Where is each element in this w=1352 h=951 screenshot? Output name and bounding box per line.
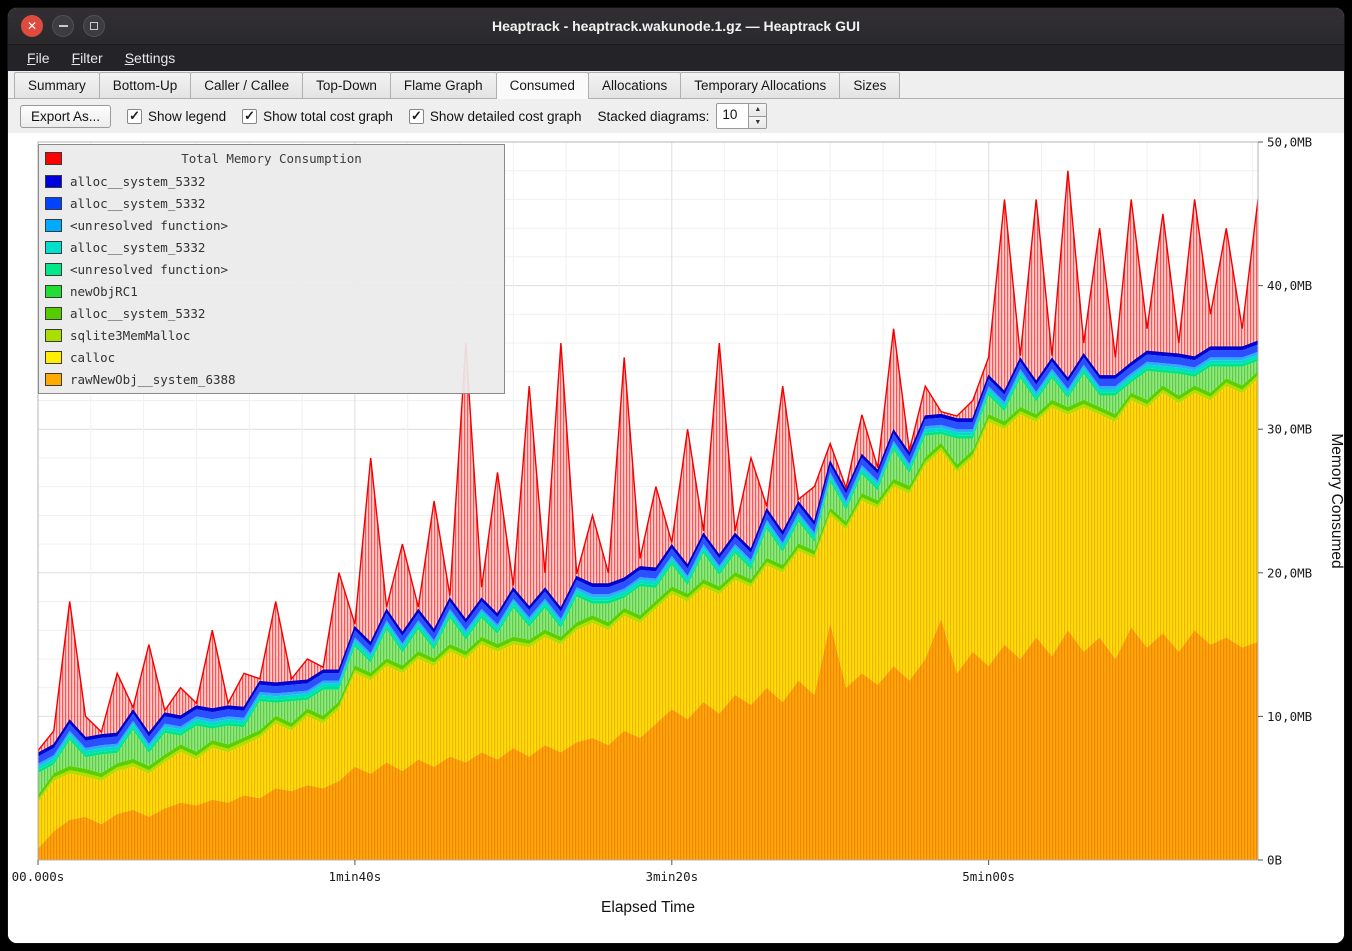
total-swatch [45, 152, 62, 165]
x-tick-label: 3min20s [645, 869, 698, 884]
tab-bottom-up[interactable]: Bottom-Up [99, 72, 192, 98]
spin-arrows: ▲ ▼ [748, 104, 766, 128]
legend-swatch [45, 285, 62, 298]
window-title: Heaptrack - heaptrack.wakunode.1.gz — He… [8, 8, 1344, 44]
tab-caller-callee[interactable]: Caller / Callee [190, 72, 303, 98]
legend-swatch [45, 219, 62, 232]
maximize-button[interactable] [83, 15, 105, 37]
close-icon: ✕ [27, 20, 37, 32]
legend-title: Total Memory Consumption [43, 148, 500, 170]
tab-temporary-allocations[interactable]: Temporary Allocations [680, 72, 840, 98]
export-as-button[interactable]: Export As... [20, 105, 111, 128]
legend-item-calloc: calloc [43, 346, 500, 368]
x-tick-label: 5min00s [962, 869, 1015, 884]
checkbox-show-total-cost-graph[interactable]: ✓ Show total cost graph [242, 109, 393, 124]
tab-sizes[interactable]: Sizes [839, 72, 900, 98]
legend-item-sqlite3memmalloc: sqlite3MemMalloc [43, 324, 500, 346]
legend-title-row: Total Memory Consumption [43, 148, 500, 170]
legend-label: alloc__system_5332 [70, 196, 205, 211]
check-icon: ✓ [244, 109, 255, 122]
stacked-diagrams-value[interactable]: 10 [717, 104, 748, 128]
tabbar: SummaryBottom-UpCaller / CalleeTop-DownF… [8, 71, 1344, 99]
y-tick-label: 40,0MB [1267, 278, 1312, 293]
legend-label: alloc__system_5332 [70, 240, 205, 255]
checkbox-box: ✓ [409, 109, 424, 124]
legend-swatch [45, 175, 62, 188]
checkbox-label: Show total cost graph [263, 109, 393, 124]
legend-item-alloc-system-5332: alloc__system_5332 [43, 170, 500, 192]
legend-label: sqlite3MemMalloc [70, 328, 190, 343]
checkbox-box: ✓ [127, 109, 142, 124]
legend-swatch [45, 263, 62, 276]
legend-swatch [45, 307, 62, 320]
legend-item-newobjrc1: newObjRC1 [43, 280, 500, 302]
y-tick-label: 10,0MB [1267, 709, 1312, 724]
checkbox-show-legend[interactable]: ✓ Show legend [127, 109, 226, 124]
legend-item-alloc-system-5332: alloc__system_5332 [43, 302, 500, 324]
legend-label: calloc [70, 350, 115, 365]
legend-label: alloc__system_5332 [70, 306, 205, 321]
stacked-diagrams-label: Stacked diagrams: [598, 109, 710, 124]
legend-label: alloc__system_5332 [70, 174, 205, 189]
legend-swatch [45, 241, 62, 254]
tab-top-down[interactable]: Top-Down [302, 72, 391, 98]
legend-swatch [45, 329, 62, 342]
menubar: FileFilterSettings [8, 44, 1344, 71]
check-icon: ✓ [129, 109, 140, 122]
legend-item-alloc-system-5332: alloc__system_5332 [43, 236, 500, 258]
x-tick-label: 00.000s [12, 869, 65, 884]
minimize-icon [59, 25, 68, 27]
y-tick-label: 20,0MB [1267, 565, 1312, 580]
legend-swatch [45, 351, 62, 364]
spin-down-icon: ▼ [754, 119, 761, 126]
checkbox-show-detailed-cost-graph[interactable]: ✓ Show detailed cost graph [409, 109, 582, 124]
legend-label: <unresolved function> [70, 262, 228, 277]
heaptrack-window: ✕ Heaptrack - heaptrack.wakunode.1.gz — … [8, 8, 1344, 943]
menu-filter[interactable]: Filter [61, 45, 114, 71]
menu-file[interactable]: File [16, 45, 61, 71]
checkbox-box: ✓ [242, 109, 257, 124]
legend-label: <unresolved function> [70, 218, 228, 233]
y-axis-title: Memory Consumed [1328, 433, 1344, 568]
spin-up-button[interactable]: ▲ [749, 104, 766, 117]
close-button[interactable]: ✕ [21, 15, 43, 37]
y-tick-label: 30,0MB [1267, 422, 1312, 437]
x-tick-label: 1min40s [329, 869, 382, 884]
minimize-button[interactable] [52, 15, 74, 37]
legend-label: rawNewObj__system_6388 [70, 372, 236, 387]
legend-item-rawnewobj-system-6388: rawNewObj__system_6388 [43, 368, 500, 390]
checkbox-group: ✓ Show legend ✓ Show total cost graph ✓ Show … [127, 109, 582, 124]
menu-settings[interactable]: Settings [114, 45, 187, 71]
legend-item-unresolved-function: <unresolved function> [43, 214, 500, 236]
titlebar[interactable]: ✕ Heaptrack - heaptrack.wakunode.1.gz — … [8, 8, 1344, 44]
legend-item-unresolved-function: <unresolved function> [43, 258, 500, 280]
tab-consumed[interactable]: Consumed [496, 72, 589, 99]
legend-swatch [45, 197, 62, 210]
stacked-diagrams-group: Stacked diagrams: 10 ▲ ▼ [598, 103, 768, 129]
check-icon: ✓ [411, 109, 422, 122]
toolbar: Export As... ✓ Show legend ✓ Show total cos… [8, 99, 1344, 133]
tab-summary[interactable]: Summary [14, 72, 100, 98]
y-tick-label: 50,0MB [1267, 135, 1312, 150]
tab-allocations[interactable]: Allocations [588, 72, 681, 98]
window-controls: ✕ [21, 15, 105, 37]
legend-item-alloc-system-5332: alloc__system_5332 [43, 192, 500, 214]
chart-legend: Total Memory Consumption alloc__system_5… [38, 144, 505, 394]
consumed-chart-area: 00.000s 1min40s 3min20s 5min00s 0B 10,0MB 20,0… [8, 133, 1344, 943]
spin-up-icon: ▲ [754, 106, 761, 113]
stacked-diagrams-spinbox[interactable]: 10 ▲ ▼ [716, 103, 767, 129]
checkbox-label: Show detailed cost graph [430, 109, 582, 124]
spin-down-button[interactable]: ▼ [749, 117, 766, 129]
y-tick-label: 0B [1267, 853, 1282, 868]
legend-label: newObjRC1 [70, 284, 138, 299]
x-axis-title: Elapsed Time [601, 899, 695, 916]
checkbox-label: Show legend [148, 109, 226, 124]
legend-swatch [45, 373, 62, 386]
tab-flame-graph[interactable]: Flame Graph [390, 72, 497, 98]
maximize-icon [90, 22, 98, 30]
